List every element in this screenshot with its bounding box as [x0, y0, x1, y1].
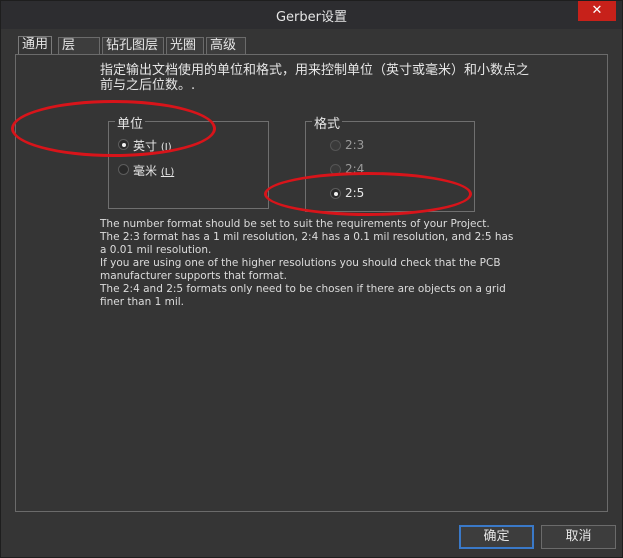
title-bar[interactable]: Gerber设置 ✕ — [1, 1, 622, 29]
units-group: 单位 英寸 (I) 毫米 (L) — [108, 113, 269, 209]
radio-inches-label: 英寸 — [133, 139, 158, 153]
tab-general[interactable]: 通用 — [18, 36, 52, 55]
tab-layers[interactable]: 层 — [58, 37, 100, 54]
radio-icon — [118, 139, 129, 150]
radio-format-2-5-label: 2:5 — [345, 186, 365, 200]
radio-format-2-4-label: 2:4 — [345, 162, 365, 176]
close-icon: ✕ — [591, 3, 603, 18]
radio-icon — [330, 188, 341, 199]
radio-icon — [118, 164, 129, 175]
format-info-text: The number format should be set to suit … — [100, 218, 520, 309]
radio-millimeters-accel: (L) — [160, 167, 175, 178]
info-line: The number format should be set to suit … — [100, 218, 490, 230]
format-group-title: 格式 — [312, 113, 343, 132]
info-line: If you are using one of the higher resol… — [100, 257, 501, 282]
units-group-title: 单位 — [115, 113, 146, 132]
tab-drill-drawing[interactable]: 钻孔图层 — [102, 37, 164, 54]
radio-millimeters-label: 毫米 — [133, 164, 158, 178]
tab-apertures[interactable]: 光圈 — [166, 37, 204, 54]
general-panel: 指定输出文档使用的单位和格式，用来控制单位（英寸或毫米）和小数点之前与之后位数。… — [15, 54, 608, 512]
format-group: 格式 2:3 2:4 2:5 — [305, 113, 475, 212]
window-title: Gerber设置 — [275, 10, 347, 25]
radio-icon — [330, 140, 341, 151]
gerber-settings-dialog: Gerber设置 ✕ 通用 层 钻孔图层 光圈 高级 指定输出文档使用的单位和格… — [0, 0, 623, 558]
cancel-button[interactable]: 取消 — [541, 525, 616, 549]
radio-inches-accel: (I) — [160, 142, 172, 153]
intro-text: 指定输出文档使用的单位和格式，用来控制单位（英寸或毫米）和小数点之前与之后位数。… — [100, 63, 530, 93]
info-line: The 2:4 and 2:5 formats only need to be … — [100, 283, 506, 308]
tab-advanced[interactable]: 高级 — [206, 37, 246, 54]
radio-icon — [330, 164, 341, 175]
close-button[interactable]: ✕ — [578, 1, 616, 21]
info-line: The 2:3 format has a 1 mil resolution, 2… — [100, 231, 514, 256]
radio-format-2-3-label: 2:3 — [345, 138, 365, 152]
ok-button[interactable]: 确定 — [459, 525, 534, 549]
